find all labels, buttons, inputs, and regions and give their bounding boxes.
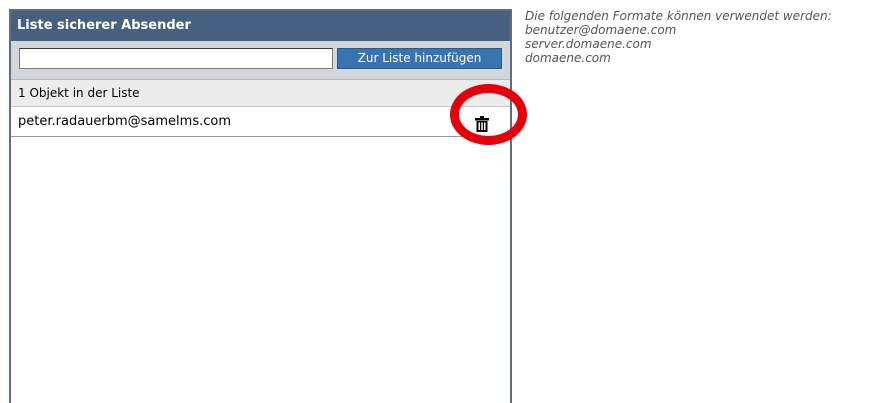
- add-sender-row: Zur Liste hinzufügen: [11, 41, 510, 70]
- help-format-3: domaene.com: [525, 51, 611, 65]
- list-item: peter.radauerbm@samelms.com: [11, 107, 510, 137]
- format-help: Die folgenden Formate können verwendet w…: [525, 9, 885, 65]
- help-heading: Die folgenden Formate können verwendet w…: [525, 9, 832, 23]
- help-format-1: benutzer@domaene.com: [525, 23, 677, 37]
- panel-title: Liste sicherer Absender: [11, 11, 510, 41]
- add-to-list-button[interactable]: Zur Liste hinzufügen: [337, 48, 502, 69]
- sender-email: peter.radauerbm@samelms.com: [18, 114, 232, 129]
- item-count: 1 Objekt in der Liste: [11, 80, 510, 107]
- trash-icon[interactable]: [475, 114, 489, 132]
- sender-input[interactable]: [19, 48, 333, 69]
- toolbar-divider: [11, 70, 510, 80]
- safe-senders-panel: Liste sicherer Absender Zur Liste hinzuf…: [9, 9, 512, 403]
- help-format-2: server.domaene.com: [525, 37, 652, 51]
